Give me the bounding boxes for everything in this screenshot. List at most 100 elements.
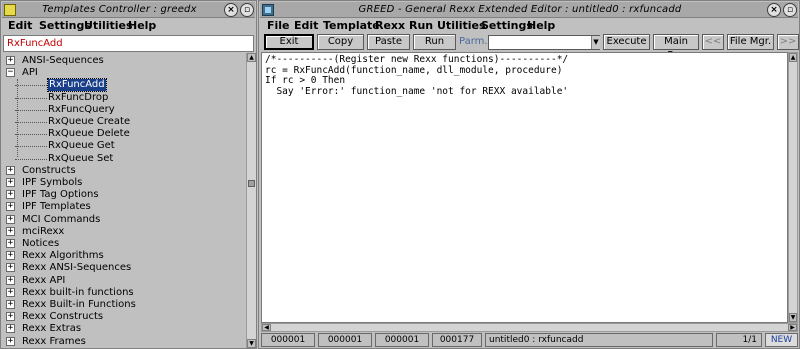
main-fnc-button[interactable]: Main Fnc bbox=[653, 34, 699, 61]
expand-icon[interactable]: + bbox=[6, 300, 15, 309]
copy-button[interactable]: Copy bbox=[317, 34, 364, 50]
menu-run[interactable]: Run bbox=[409, 19, 433, 33]
status-field: 000001 bbox=[261, 333, 315, 347]
editor-vertical-scrollbar[interactable]: ▲ ▼ bbox=[788, 52, 798, 323]
menu-file[interactable]: File bbox=[267, 19, 290, 33]
tree-item-label[interactable]: Notices bbox=[22, 238, 59, 250]
scroll-right-icon[interactable]: ▶ bbox=[788, 324, 797, 331]
menu-template[interactable]: Template bbox=[323, 19, 380, 33]
tree-connector bbox=[17, 79, 18, 157]
tree-connector bbox=[15, 158, 47, 160]
expand-icon[interactable]: + bbox=[6, 165, 15, 175]
expand-icon[interactable]: + bbox=[6, 202, 15, 212]
tree-item-label[interactable]: RxQueue Set bbox=[48, 153, 113, 165]
templates-menubar: Edit Settings Utilities Help bbox=[2, 18, 255, 34]
menu-edit[interactable]: Edit bbox=[294, 19, 318, 33]
tree-connector bbox=[15, 85, 47, 87]
tree-scrollbar[interactable]: ▲ ▼ bbox=[246, 53, 256, 348]
tree-connector bbox=[15, 109, 47, 111]
scroll-thumb[interactable] bbox=[248, 180, 255, 187]
tree-item-label[interactable]: IPF Symbols bbox=[22, 177, 82, 189]
app-icon[interactable] bbox=[262, 4, 274, 16]
expand-icon[interactable]: + bbox=[6, 226, 15, 236]
menu-settings[interactable]: Settings bbox=[481, 19, 533, 33]
scroll-left-icon[interactable]: ◀ bbox=[262, 324, 271, 331]
editor-window: GREED - General Rexx Extended Editor : u… bbox=[258, 0, 800, 349]
file-mgr-button[interactable]: File Mgr. bbox=[727, 34, 774, 50]
prev-button[interactable]: << bbox=[702, 34, 724, 50]
expand-icon[interactable]: + bbox=[6, 275, 15, 285]
templates-titlebar[interactable]: Templates Controller : greedx × ▫ bbox=[2, 2, 255, 18]
tree-item-label[interactable]: RxFuncQuery bbox=[48, 104, 115, 116]
close-icon[interactable]: × bbox=[224, 3, 238, 17]
scroll-up-icon[interactable]: ▲ bbox=[247, 53, 256, 62]
expand-icon[interactable]: + bbox=[6, 178, 15, 187]
status-field: 000001 bbox=[318, 333, 372, 347]
close-icon[interactable]: × bbox=[767, 3, 781, 17]
expand-icon[interactable]: + bbox=[6, 214, 15, 224]
next-button[interactable]: >> bbox=[777, 34, 799, 50]
expand-icon[interactable]: + bbox=[6, 312, 15, 322]
tree-item-label[interactable]: IPF Tag Options bbox=[22, 189, 99, 201]
expand-icon[interactable]: + bbox=[6, 263, 15, 273]
tree-item-label[interactable]: RxQueue Delete bbox=[48, 128, 130, 140]
tree-item-label[interactable]: Constructs bbox=[22, 165, 76, 177]
tree-item-label[interactable]: RxFuncAdd bbox=[47, 78, 107, 93]
expand-icon[interactable]: + bbox=[6, 190, 15, 200]
status-bar: 000001 000001 000001 000177 untitled0 : … bbox=[261, 333, 798, 347]
paste-button[interactable]: Paste bbox=[367, 34, 410, 50]
templates-controller-window: Templates Controller : greedx × ▫ Edit S… bbox=[0, 0, 257, 349]
tree-item-label[interactable]: API bbox=[22, 67, 38, 79]
code-editor[interactable]: /*----------(Register new Rexx functions… bbox=[261, 52, 788, 323]
menu-edit[interactable]: Edit bbox=[8, 19, 32, 33]
template-name-field[interactable]: RxFuncAdd bbox=[3, 35, 254, 52]
expand-icon[interactable]: + bbox=[6, 56, 15, 65]
expand-icon[interactable]: + bbox=[6, 287, 15, 297]
expand-icon[interactable]: + bbox=[6, 251, 15, 261]
template-tree[interactable]: + ANSI-Sequences − API RxFuncAdd RxFuncDrop Rx… bbox=[3, 53, 246, 348]
app-icon[interactable] bbox=[4, 4, 16, 16]
parm-input[interactable] bbox=[488, 35, 600, 50]
tree-item-label[interactable]: MCI Commands bbox=[22, 214, 100, 226]
exit-button[interactable]: Exit bbox=[264, 34, 314, 50]
execute-button[interactable]: Execute bbox=[603, 34, 650, 50]
tree-item-label[interactable]: Rexx Built-in Functions bbox=[22, 299, 136, 311]
scroll-down-icon[interactable]: ▼ bbox=[247, 339, 256, 348]
parm-label: Parm. bbox=[459, 36, 488, 47]
scroll-up-icon[interactable]: ▲ bbox=[789, 53, 797, 62]
menu-help[interactable]: Help bbox=[128, 19, 156, 33]
tree-item-label[interactable]: Rexx Extras bbox=[22, 323, 81, 335]
menu-utilities[interactable]: Utilities bbox=[84, 19, 133, 33]
status-page: 1/1 bbox=[716, 333, 762, 347]
expand-icon[interactable]: + bbox=[6, 336, 15, 346]
scroll-down-icon[interactable]: ▼ bbox=[789, 313, 797, 322]
tree-item-label[interactable]: IPF Templates bbox=[22, 201, 91, 213]
expand-icon[interactable]: + bbox=[6, 239, 15, 248]
tree-connector bbox=[15, 122, 47, 123]
menu-rexx[interactable]: Rexx bbox=[375, 19, 405, 33]
tree-connector bbox=[15, 97, 47, 99]
tree-item-label[interactable]: RxQueue Create bbox=[48, 116, 130, 128]
tree-item-label[interactable]: RxQueue Get bbox=[48, 140, 115, 152]
editor-line: If rc > 0 Then bbox=[265, 75, 346, 86]
editor-horizontal-scrollbar[interactable]: ◀ ▶ bbox=[261, 323, 798, 332]
tree-item-label[interactable]: ANSI-Sequences bbox=[22, 55, 104, 67]
restore-icon[interactable]: ▫ bbox=[783, 3, 797, 17]
chevron-down-icon[interactable]: ▼ bbox=[591, 36, 600, 49]
collapse-icon[interactable]: − bbox=[6, 68, 15, 78]
tree-item-label[interactable]: Rexx Frames bbox=[22, 336, 86, 348]
tree-item-label[interactable]: Rexx API bbox=[22, 275, 65, 287]
menu-utilities[interactable]: Utilities bbox=[437, 19, 486, 33]
tree-item-label[interactable]: Rexx Constructs bbox=[22, 311, 103, 323]
run-button[interactable]: Run bbox=[413, 34, 456, 50]
tree-item-label[interactable]: Rexx ANSI-Sequences bbox=[22, 262, 131, 274]
tree-item-label[interactable]: Rexx Algorithms bbox=[22, 250, 104, 262]
tree-item-label[interactable]: RxFuncDrop bbox=[48, 92, 108, 104]
editor-titlebar[interactable]: GREED - General Rexx Extended Editor : u… bbox=[260, 2, 798, 18]
window-title: GREED - General Rexx Extended Editor : u… bbox=[358, 4, 682, 15]
tree-item-label[interactable]: mciRexx bbox=[22, 226, 64, 238]
restore-icon[interactable]: ▫ bbox=[240, 3, 254, 17]
tree-item-label[interactable]: Rexx built-in functions bbox=[22, 287, 134, 299]
expand-icon[interactable]: + bbox=[6, 324, 15, 334]
menu-help[interactable]: Help bbox=[527, 19, 555, 33]
